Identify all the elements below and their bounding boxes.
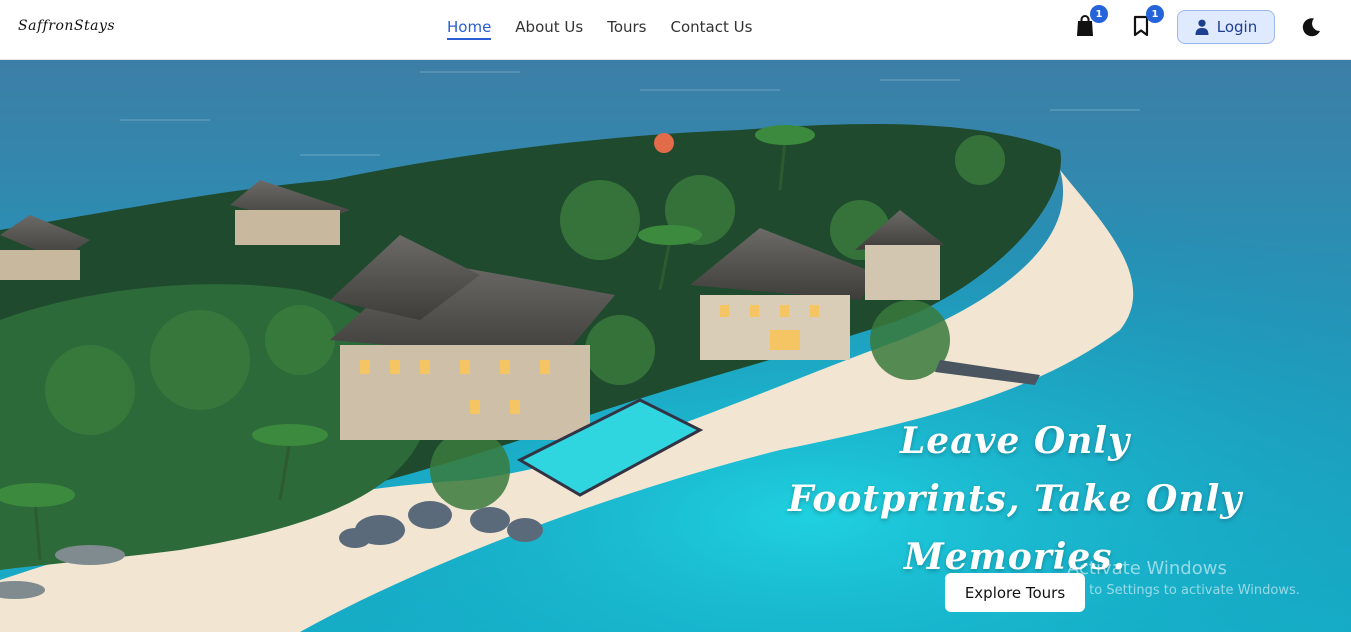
windows-activation-watermark: Activate Windows Go to Settings to activ… xyxy=(1067,558,1300,598)
nav-home-link[interactable]: Home xyxy=(447,18,492,40)
nav-contact-link[interactable]: Contact Us xyxy=(671,18,753,40)
main-nav: Home About Us Tours Contact Us xyxy=(447,18,776,40)
hero-banner: Leave Only Footprints, Take Only Memorie… xyxy=(0,60,1351,632)
bookmark-button[interactable]: 1 xyxy=(1130,5,1164,40)
bookmark-count-badge: 1 xyxy=(1146,5,1164,23)
login-button[interactable]: Login xyxy=(1177,10,1275,44)
brand-logo[interactable]: SaffronStays xyxy=(18,18,115,34)
watermark-subtitle: Go to Settings to activate Windows. xyxy=(1067,583,1300,598)
explore-tours-button[interactable]: Explore Tours xyxy=(945,573,1085,612)
user-icon xyxy=(1195,19,1209,35)
cart-count-badge: 1 xyxy=(1090,5,1108,23)
moon-icon xyxy=(1302,18,1320,37)
navbar: SaffronStays Home About Us Tours Contact… xyxy=(0,0,1351,60)
theme-toggle-button[interactable] xyxy=(1300,16,1322,38)
login-label: Login xyxy=(1216,18,1258,36)
cart-button[interactable]: 1 xyxy=(1074,5,1108,40)
watermark-title: Activate Windows xyxy=(1067,558,1227,579)
nav-tours-link[interactable]: Tours xyxy=(607,18,646,40)
nav-about-link[interactable]: About Us xyxy=(515,18,583,40)
